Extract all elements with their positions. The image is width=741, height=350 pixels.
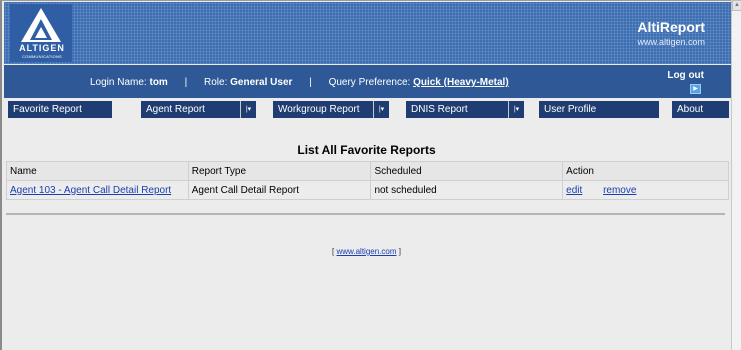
menu-label: Workgroup Report [278,104,360,115]
logout-link[interactable]: Log out [667,70,704,81]
menu-label: About [677,104,704,115]
menu-user-profile[interactable]: User Profile [539,101,659,118]
app-url: www.altigen.com [637,37,705,47]
header-banner: ALTIGEN COMMUNICATIONS AltiReport www.al… [4,2,731,64]
separator: | [309,77,312,88]
user-info-bar: Login Name: tom | Role: General User | Q… [4,65,731,98]
role-label: Role: [204,77,228,88]
menu-bar: Favorite Report Agent Report |▾ Workgrou… [4,98,731,122]
table-header-row: Name Report Type Scheduled Action [6,161,729,181]
logo-subtext: COMMUNICATIONS [22,54,62,59]
footer: [ www.altigen.com ] [2,247,731,256]
right-arrow-icon[interactable]: ▶ [690,84,701,94]
chevron-down-icon[interactable]: |▾ [373,101,389,118]
bracket: [ [332,247,335,256]
menu-about[interactable]: About [672,101,729,118]
column-header-report-type: Report Type [187,161,372,181]
user-info: Login Name: tom | Role: General User | Q… [90,77,509,88]
column-header-name: Name [6,161,189,181]
page-title: List All Favorite Reports [297,143,436,157]
favorite-reports-table: Name Report Type Scheduled Action Agent … [6,161,729,200]
app-title: AltiReport [637,19,705,35]
report-name-link[interactable]: Agent 103 - Agent Call Detail Report [10,185,171,196]
menu-label: Agent Report [146,104,205,115]
scheduled-cell: not scheduled [370,180,564,200]
vertical-scrollbar[interactable]: ▲ [731,0,741,350]
chevron-down-icon[interactable]: |▾ [240,101,256,118]
login-label: Login Name: [90,77,147,88]
edit-link[interactable]: edit [566,185,582,196]
remove-link[interactable]: remove [603,185,636,196]
query-preference-label: Query Preference: [328,77,411,88]
separator: | [184,77,188,88]
footer-website-link[interactable]: www.altigen.com [336,247,396,256]
menu-favorite-report[interactable]: Favorite Report [8,101,112,118]
report-name-cell: Agent 103 - Agent Call Detail Report [6,180,189,200]
menu-label: Favorite Report [13,104,82,115]
login-value: tom [149,77,168,88]
column-header-scheduled: Scheduled [370,161,564,181]
menu-label: User Profile [544,104,597,115]
query-preference-link[interactable]: Quick (Heavy-Metal) [413,77,509,88]
menu-dnis-report[interactable]: DNIS Report |▾ [406,101,524,118]
altigen-logo: ALTIGEN COMMUNICATIONS [10,4,72,62]
action-cell: edit remove [562,180,729,200]
role-value: General User [230,77,293,88]
bracket: ] [398,247,401,256]
browser-frame: ALTIGEN COMMUNICATIONS AltiReport www.al… [0,0,731,350]
scroll-up-arrow-icon[interactable]: ▲ [732,0,741,11]
chevron-down-icon[interactable]: |▾ [508,101,524,118]
menu-workgroup-report[interactable]: Workgroup Report |▾ [273,101,389,118]
report-type-cell: Agent Call Detail Report [187,180,372,200]
menu-label: DNIS Report [411,104,468,115]
column-header-action: Action [562,161,729,181]
table-row: Agent 103 - Agent Call Detail Report Age… [6,180,729,200]
logo-text: ALTIGEN [19,43,65,53]
menu-agent-report[interactable]: Agent Report |▾ [141,101,256,118]
divider [6,213,725,215]
logo-triangle-icon [21,8,61,42]
